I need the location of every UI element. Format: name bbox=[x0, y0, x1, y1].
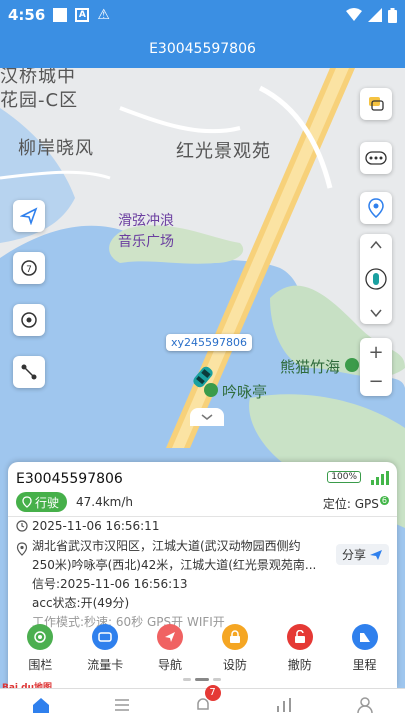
map-label-yinyong: 吟咏亭 bbox=[222, 383, 268, 401]
map-label-music-square-2: 音乐广场 bbox=[118, 234, 174, 250]
vehicle-switcher[interactable] bbox=[360, 234, 392, 324]
pin-location-button[interactable] bbox=[360, 192, 392, 224]
cell-signal-icon bbox=[368, 8, 382, 22]
lock-icon bbox=[221, 624, 248, 650]
more-dots-icon bbox=[365, 151, 387, 165]
action-fence-button[interactable]: 围栏 bbox=[10, 624, 70, 673]
title-bar: E30045597806 bbox=[0, 30, 405, 68]
signal-strength-icon bbox=[371, 469, 389, 485]
battery-badge: 100% bbox=[327, 471, 361, 483]
bar-chart-icon bbox=[276, 697, 291, 712]
navigation-icon bbox=[157, 624, 184, 650]
location-pin-icon bbox=[368, 198, 384, 218]
nav-statistics[interactable] bbox=[264, 691, 304, 719]
status-time: 4:56 bbox=[8, 6, 46, 24]
update-time: 2025-11-06 16:56:11 bbox=[32, 519, 160, 533]
map-label-music-square-1: 滑弦冲浪 bbox=[118, 213, 174, 229]
refresh-clock-icon: 7 bbox=[21, 260, 37, 276]
positioning-mode: 定位: GPS 6 bbox=[322, 496, 389, 511]
alerts-badge: 7 bbox=[204, 684, 221, 701]
zoom-control: + − bbox=[360, 338, 392, 396]
map-label-district: 汉桥城中 bbox=[0, 68, 76, 87]
my-location-button[interactable] bbox=[13, 304, 45, 336]
chevron-down-icon bbox=[201, 414, 213, 420]
wifi-icon bbox=[346, 8, 362, 21]
action-label: 撤防 bbox=[287, 658, 312, 672]
svg-text:7: 7 bbox=[26, 265, 32, 275]
route-icon bbox=[21, 364, 37, 380]
acc-status: acc状态:开(49分) bbox=[32, 596, 130, 610]
action-label: 流量卡 bbox=[87, 658, 124, 672]
action-label: 围栏 bbox=[28, 658, 53, 672]
card-divider bbox=[8, 516, 397, 517]
share-label: 分享 bbox=[341, 548, 366, 562]
action-bar: 围栏 流量卡 导航 设防 撤防 里程 bbox=[8, 624, 397, 673]
vehicle-center-icon[interactable] bbox=[365, 268, 387, 290]
notification-a-icon: A bbox=[75, 8, 90, 22]
clock-icon bbox=[16, 520, 28, 532]
bottom-nav: 7 bbox=[0, 684, 405, 720]
map-label-panda: 熊猫竹海 bbox=[280, 358, 341, 376]
sim-card-icon bbox=[92, 624, 119, 650]
list-icon bbox=[114, 698, 129, 711]
more-options-button[interactable] bbox=[360, 142, 392, 174]
action-data-card-button[interactable]: 流量卡 bbox=[75, 624, 135, 673]
notification-square-icon bbox=[53, 8, 68, 22]
page-title: E30045597806 bbox=[149, 41, 256, 57]
action-disarm-button[interactable]: 撤防 bbox=[270, 624, 330, 673]
map-label-garden: 花园-C区 bbox=[0, 90, 79, 111]
track-route-button[interactable] bbox=[13, 356, 45, 388]
map-label-liuan: 柳岸晓风 bbox=[18, 138, 94, 159]
fence-icon bbox=[27, 624, 54, 650]
page-indicator bbox=[183, 678, 221, 681]
crosshair-icon bbox=[21, 312, 37, 328]
nav-profile[interactable] bbox=[345, 691, 385, 719]
action-label: 设防 bbox=[222, 658, 247, 672]
location-pin-icon bbox=[22, 496, 32, 508]
zoom-in-button[interactable]: + bbox=[368, 343, 383, 362]
action-navigation-button[interactable]: 导航 bbox=[140, 624, 200, 673]
collapse-panel-handle[interactable] bbox=[190, 408, 224, 426]
address-pin-icon bbox=[16, 542, 28, 556]
unlock-icon bbox=[286, 624, 313, 650]
state-label: 行驶 bbox=[35, 495, 60, 510]
person-icon bbox=[356, 696, 373, 713]
share-button[interactable]: 分享 bbox=[335, 544, 389, 565]
chevron-down-icon[interactable] bbox=[369, 308, 383, 318]
zoom-out-button[interactable]: − bbox=[368, 372, 383, 391]
action-label: 里程 bbox=[352, 658, 377, 672]
car-marker-icon[interactable] bbox=[190, 364, 216, 390]
locate-send-button[interactable] bbox=[13, 200, 45, 232]
action-label: 导航 bbox=[158, 658, 183, 672]
refresh-timer-button[interactable]: 7 bbox=[13, 252, 45, 284]
gps-satellite-count: 6 bbox=[379, 496, 389, 505]
nav-list[interactable] bbox=[102, 691, 142, 719]
map-label-hongguang: 红光景观苑 bbox=[176, 141, 271, 162]
speed-value: 47.4km/h bbox=[76, 495, 134, 509]
share-send-icon bbox=[370, 549, 382, 560]
send-arrow-icon bbox=[20, 207, 38, 225]
vehicle-tag[interactable]: xy245597806 bbox=[166, 334, 253, 351]
home-icon bbox=[32, 697, 49, 713]
warning-icon: ⚠ bbox=[97, 7, 110, 23]
action-mileage-button[interactable]: 里程 bbox=[335, 624, 395, 673]
status-bar: 4:56 A ⚠ bbox=[0, 0, 405, 30]
nav-alerts[interactable]: 7 bbox=[183, 684, 223, 719]
layers-icon bbox=[369, 97, 384, 111]
chevron-up-icon[interactable] bbox=[369, 240, 383, 250]
mileage-icon bbox=[351, 624, 378, 650]
address-line-2: 250米)吟咏亭(西北)42米，江城大道(红光景观苑南... bbox=[32, 558, 317, 572]
action-arm-button[interactable]: 设防 bbox=[205, 624, 265, 673]
nav-home[interactable] bbox=[21, 691, 61, 719]
state-badge: 行驶 bbox=[16, 492, 68, 512]
address-line-1: 湖北省武汉市汉阳区，江城大道(武汉动物园西侧约 bbox=[32, 539, 301, 553]
map-layers-button[interactable] bbox=[360, 88, 392, 120]
signal-time: 信号:2025-11-06 16:56:13 bbox=[32, 577, 188, 591]
vehicle-info-card: E30045597806 100% 行驶 47.4km/h 定位: GPS 6 2… bbox=[8, 462, 397, 688]
battery-icon bbox=[388, 7, 397, 23]
